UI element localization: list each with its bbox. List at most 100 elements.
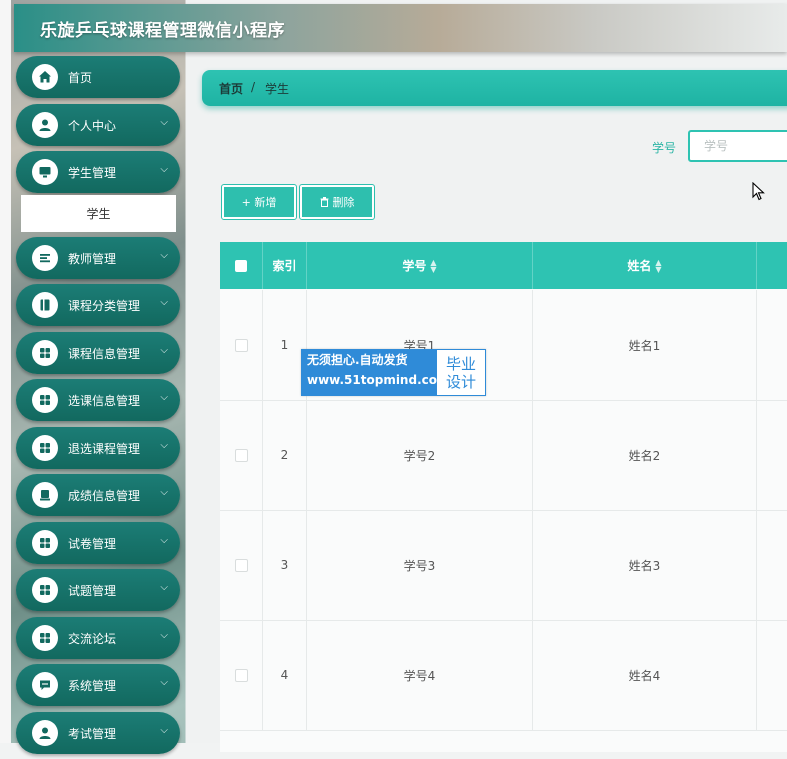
chevron-down-icon: ⌵ [160, 677, 168, 688]
watermark-line2: www.51topmind.com [307, 373, 450, 387]
cell-name: 姓名2 [533, 400, 757, 510]
sidebar-item-label: 试题管理 [68, 584, 117, 598]
delete-button[interactable]: 删除 [299, 184, 375, 220]
chevron-down-icon: ⌵ [160, 392, 168, 403]
header-student-no[interactable]: 学号 ▲ ▼ [307, 242, 533, 289]
grid-icon [32, 624, 58, 651]
breadcrumb-separator: / [251, 80, 256, 94]
add-button[interactable]: + 新增 [221, 184, 297, 220]
row-checkbox-cell [220, 510, 263, 620]
sidebar-item-forum[interactable]: 交流论坛 ⌵ [16, 616, 180, 659]
grid-icon [32, 577, 58, 603]
sidebar-item-exam-papers[interactable]: 试卷管理 ⌵ [16, 521, 180, 564]
cell-index: 4 [263, 620, 307, 730]
sidebar-item-label: 成绩信息管理 [68, 489, 141, 503]
user-icon [32, 111, 58, 138]
list-icon [32, 244, 58, 271]
breadcrumb: 首页 / 学生 [202, 70, 787, 106]
sidebar-item-label: 试卷管理 [68, 536, 117, 551]
row-checkbox[interactable] [234, 668, 248, 682]
select-all-checkbox[interactable] [235, 259, 247, 272]
mouse-cursor-icon [752, 182, 765, 201]
watermark-side2: 设计 [445, 372, 476, 391]
cell-student-no: 学号2 [307, 400, 533, 510]
watermark-side: 毕业 设计 [437, 350, 485, 395]
breadcrumb-current: 学生 [265, 82, 290, 96]
sidebar-item-course-selection[interactable]: 选课信息管理 ⌵ [16, 379, 180, 421]
chat-icon [32, 672, 58, 698]
sidebar-item-label: 退选课程管理 [68, 441, 141, 456]
sidebar-item-label: 考试管理 [68, 726, 117, 741]
grid-icon [32, 529, 58, 556]
row-checkbox-cell [220, 620, 263, 730]
row-checkbox[interactable] [234, 338, 248, 352]
cell-name: 姓名3 [533, 510, 757, 620]
table-row: 2 学号2 姓名2 [220, 400, 787, 511]
sidebar-item-label: 课程分类管理 [68, 299, 141, 313]
sidebar-subitem-student[interactable]: 学生 [21, 194, 176, 232]
user-icon [32, 719, 58, 746]
watermark: 无须担心.自动发货 www.51topmind.com 毕业 设计 [301, 349, 486, 396]
printer-icon [32, 482, 58, 508]
sidebar-item-label: 系统管理 [68, 679, 117, 693]
header-index: 索引 [263, 242, 307, 289]
sidebar-item-label: 教师管理 [68, 251, 117, 266]
chevron-down-icon: ⌵ [160, 534, 168, 546]
header-name-label: 姓名 [627, 259, 652, 273]
table-row: 3 学号3 姓名3 [220, 510, 787, 621]
sidebar-item-course-withdrawal[interactable]: 退选课程管理 ⌵ [16, 426, 180, 469]
breadcrumb-home[interactable]: 首页 [219, 80, 243, 97]
grid-icon [32, 339, 58, 366]
sort-icon: ▲ ▼ [655, 257, 662, 274]
row-checkbox[interactable] [234, 448, 248, 462]
home-icon [32, 64, 58, 90]
sort-icon: ▲ ▼ [430, 257, 437, 274]
row-checkbox-cell [220, 290, 263, 400]
sidebar-item-teacher-management[interactable]: 教师管理 ⌵ [16, 236, 180, 279]
cell-index: 2 [263, 400, 307, 510]
sidebar-item-label: 首页 [68, 71, 93, 85]
sidebar-item-course-info[interactable]: 课程信息管理 ⌵ [16, 331, 180, 374]
cell-index: 3 [263, 510, 307, 620]
add-button-label: + 新增 [241, 196, 277, 209]
cell-name: 姓名1 [533, 290, 757, 400]
chevron-down-icon: ⌵ [160, 629, 168, 641]
sidebar-item-label: 学生管理 [68, 166, 117, 180]
chevron-down-icon: ⌵ [160, 249, 168, 261]
sidebar-item-system[interactable]: 系统管理 ⌵ [16, 664, 180, 706]
sidebar-item-label: 个人中心 [68, 118, 117, 133]
sidebar-item-label: 选课信息管理 [68, 394, 141, 408]
student-table: 索引 学号 ▲ ▼ 姓名 ▲ ▼ 1 学号1 姓名1 2 学号2 姓名2 3 学号3… [220, 242, 787, 752]
sidebar-item-course-category[interactable]: 课程分类管理 ⌵ [16, 284, 180, 326]
cell-student-no: 学号4 [307, 620, 533, 730]
search-label: 学号 [652, 141, 677, 155]
chevron-down-icon: ⌵ [160, 439, 168, 451]
watermark-line1: 无须担心.自动发货 [307, 353, 408, 367]
app-title: 乐旋乒乓球课程管理微信小程序 [40, 21, 285, 41]
select-all-cell [220, 242, 263, 289]
sidebar-item-label: 交流论坛 [68, 631, 117, 646]
sidebar-item-personal-center[interactable]: 个人中心 ⌵ [16, 103, 180, 146]
sidebar-item-student-management[interactable]: 学生管理 ⌵ [16, 151, 180, 193]
sidebar-item-home[interactable]: 首页 [16, 56, 180, 98]
app-header: 乐旋乒乓球课程管理微信小程序 [14, 4, 787, 52]
chevron-down-icon: ⌵ [160, 116, 168, 128]
chevron-down-icon: ⌵ [160, 724, 168, 736]
chevron-down-icon: ⌵ [160, 344, 168, 356]
sidebar-item-grades[interactable]: 成绩信息管理 ⌵ [16, 474, 180, 516]
sidebar-menu: 首页 个人中心 ⌵ 学生管理 ⌵ 学生 教师管理 ⌵ 课程分类管理 ⌵ 课程信息… [16, 56, 184, 759]
monitor-icon [32, 159, 58, 185]
sidebar-item-questions[interactable]: 试题管理 ⌵ [16, 569, 180, 611]
grid-icon [32, 434, 58, 461]
sidebar-item-exam[interactable]: 考试管理 ⌵ [16, 711, 180, 754]
cell-name: 姓名4 [533, 620, 757, 730]
watermark-text: 无须担心.自动发货 www.51topmind.com [302, 350, 450, 395]
sidebar-item-label: 课程信息管理 [68, 346, 141, 361]
book-icon [32, 292, 58, 318]
row-checkbox[interactable] [234, 558, 248, 572]
cell-student-no: 学号3 [307, 510, 533, 620]
row-checkbox-cell [220, 400, 263, 510]
header-name[interactable]: 姓名 ▲ ▼ [533, 242, 757, 289]
search-input[interactable] [688, 130, 787, 162]
watermark-side1: 毕业 [445, 354, 476, 373]
